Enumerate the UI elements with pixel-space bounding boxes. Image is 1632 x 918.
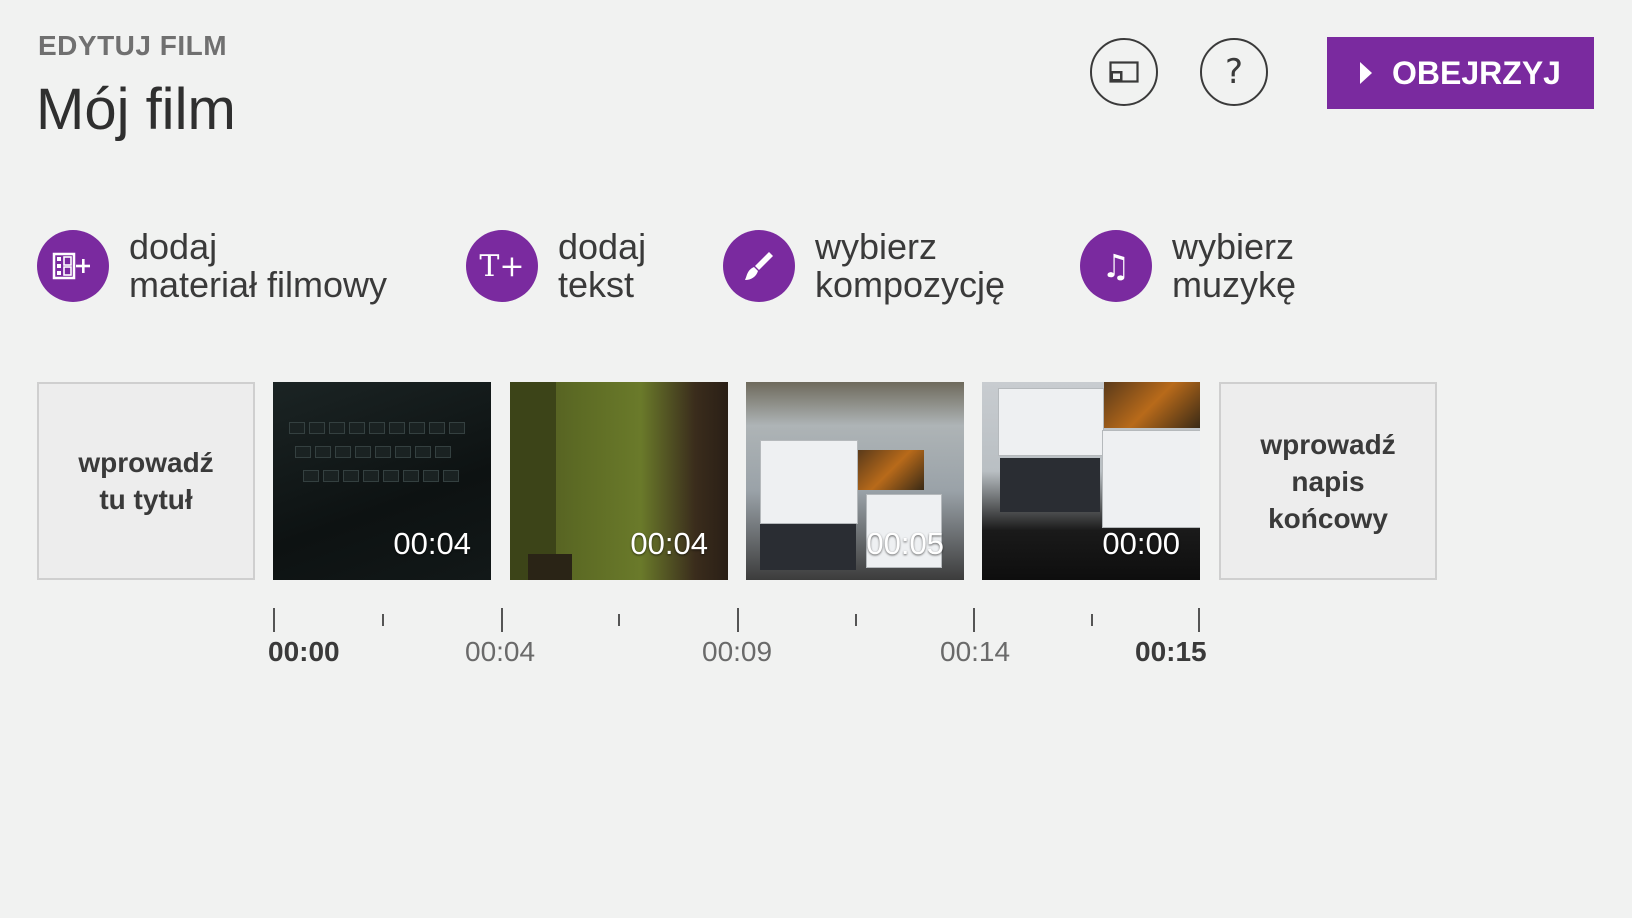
end-tile-line2: napis: [1291, 465, 1365, 497]
page-subtitle: EDYTUJ FILM: [38, 30, 228, 61]
end-credits-tile[interactable]: wprowadź napis końcowy: [1219, 382, 1437, 580]
ruler-tick-minor: [382, 614, 384, 626]
clip-3-duration: 00:05: [866, 526, 944, 561]
paint-brush-icon: [723, 230, 795, 302]
clip-2-duration: 00:04: [630, 526, 708, 561]
add-text-label-1: dodaj: [558, 226, 647, 267]
add-text-label-2: tekst: [558, 264, 635, 305]
ruler-tick: [273, 608, 275, 632]
video-clip-3[interactable]: 00:05: [746, 382, 964, 580]
choose-theme-label-2: kompozycję: [815, 264, 1006, 305]
watch-button-label: OBEJRZYJ: [1392, 54, 1561, 91]
ruler-label-start: 00:00: [268, 636, 340, 667]
add-video-label-2: materiał filmowy: [129, 264, 388, 305]
add-video-action[interactable]: dodaj materiał filmowy: [37, 226, 387, 306]
ruler-label: 00:09: [702, 636, 773, 667]
help-button[interactable]: ?: [1200, 38, 1268, 106]
ruler-label: 00:04: [465, 636, 536, 667]
title-tile-line2: tu tytuł: [99, 484, 193, 515]
ruler-tick: [737, 608, 739, 632]
music-note-icon: ♫: [1080, 230, 1152, 302]
ruler-tick-minor: [618, 614, 620, 626]
choose-music-label-1: wybierz: [1172, 226, 1295, 267]
ruler-label: 00:14: [940, 636, 1011, 667]
cast-screen-icon: [1109, 61, 1139, 83]
choose-music-label-2: muzykę: [1172, 264, 1297, 305]
page-title: Mój film: [36, 77, 236, 142]
choose-music-action[interactable]: ♫ wybierz muzykę: [1080, 226, 1296, 306]
cast-button[interactable]: [1090, 38, 1158, 106]
add-video-icon: [37, 230, 109, 302]
end-tile-line3: końcowy: [1268, 502, 1388, 534]
ruler-tick: [973, 608, 975, 632]
help-icon: ?: [1224, 52, 1244, 92]
video-clip-4[interactable]: 00:00: [982, 382, 1200, 580]
clip-4-duration: 00:00: [1102, 526, 1180, 561]
video-clip-1[interactable]: 00:04: [273, 382, 491, 580]
choose-theme-action[interactable]: wybierz kompozycję: [723, 226, 1005, 306]
video-clip-2[interactable]: 00:04: [510, 382, 728, 580]
title-tile[interactable]: wprowadź tu tytuł: [37, 382, 255, 580]
title-tile-line1: wprowadź: [78, 447, 214, 478]
ruler-tick-minor: [1091, 614, 1093, 626]
choose-theme-label-1: wybierz: [815, 226, 938, 267]
ruler-tick-minor: [855, 614, 857, 626]
watch-button[interactable]: OBEJRZYJ: [1327, 37, 1594, 109]
play-icon: [1360, 62, 1373, 84]
ruler-tick: [1198, 608, 1200, 632]
ruler-label-end: 00:15: [1135, 636, 1207, 667]
add-text-action[interactable]: T+ dodaj tekst: [466, 226, 646, 306]
add-text-icon: T+: [466, 230, 538, 302]
add-video-label-1: dodaj: [129, 226, 218, 267]
clip-1-duration: 00:04: [393, 526, 471, 561]
ruler-tick: [501, 608, 503, 632]
end-tile-line1: wprowadź: [1260, 428, 1396, 460]
